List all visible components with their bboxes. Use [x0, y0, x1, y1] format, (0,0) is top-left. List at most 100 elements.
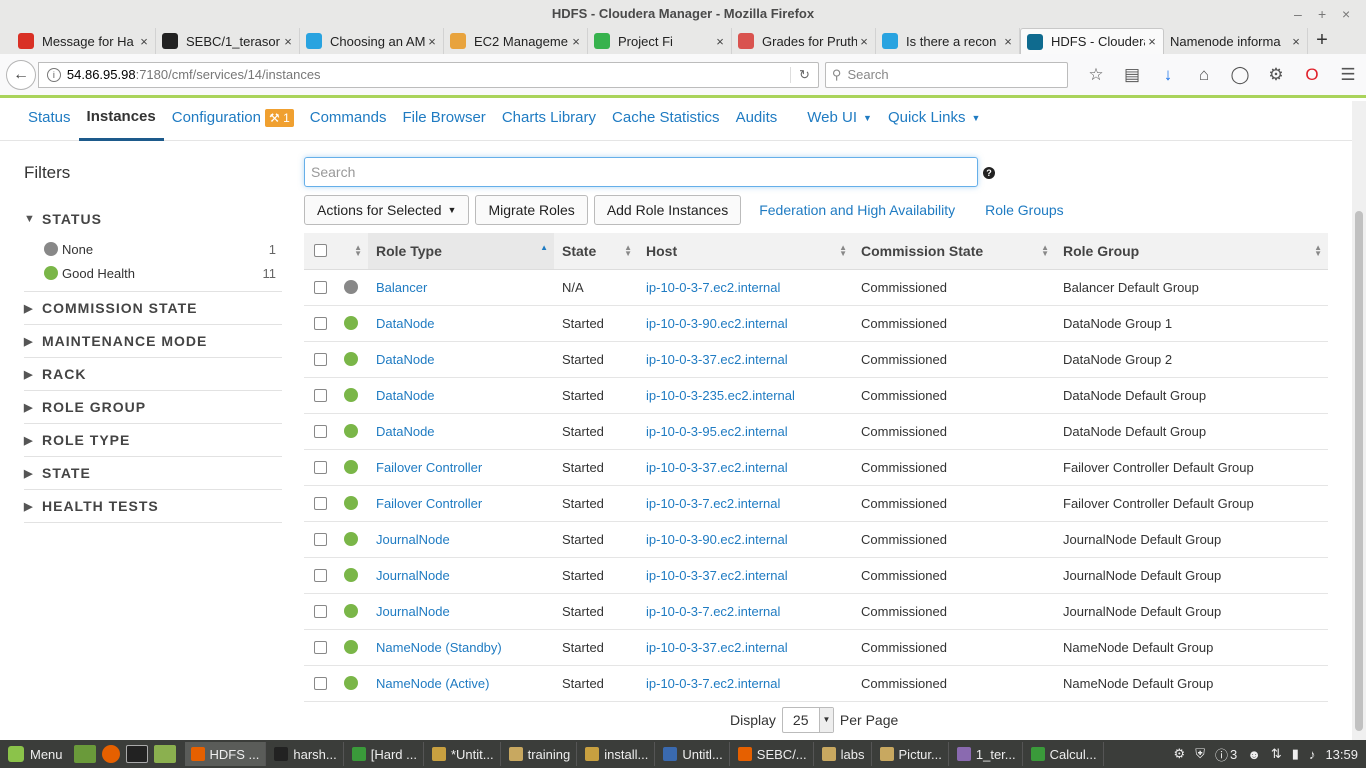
health-column-header[interactable]: ▲ ▼	[342, 233, 368, 270]
actions-for-selected-button[interactable]: Actions for Selected ▼	[304, 195, 470, 225]
browser-search-input[interactable]: ⚲ Search	[824, 61, 1068, 88]
tab-charts-library[interactable]: Charts Library	[494, 101, 604, 141]
close-tab-icon[interactable]: ×	[713, 34, 727, 49]
page-scrollbar[interactable]	[1352, 101, 1366, 740]
host-link[interactable]: ip-10-0-3-37.ec2.internal	[638, 629, 853, 666]
role-type-column-header[interactable]: Role Type ▲	[368, 233, 554, 270]
minimize-icon[interactable]: –	[1294, 0, 1302, 28]
files-launcher-icon[interactable]	[153, 745, 176, 763]
taskbar-window-button[interactable]: Untitl...	[657, 742, 730, 766]
close-tab-icon[interactable]: ×	[1145, 34, 1159, 49]
row-checkbox[interactable]	[314, 388, 327, 402]
row-checkbox[interactable]	[314, 352, 327, 366]
state-column-header[interactable]: State ▲ ▼	[554, 233, 638, 270]
filter-group[interactable]: ▶ ROLE TYPE	[24, 424, 282, 457]
clock[interactable]: 13:59	[1325, 747, 1358, 762]
commission-state-column-header[interactable]: Commission State ▲ ▼	[853, 233, 1055, 270]
taskbar-window-button[interactable]: 1_ter...	[951, 742, 1023, 766]
filter-group[interactable]: ▶ MAINTENANCE MODE	[24, 325, 282, 358]
host-column-header[interactable]: Host ▲ ▼	[638, 233, 853, 270]
browser-tab[interactable]: HDFS - Cloudera ×	[1020, 28, 1164, 54]
add-role-instances-button[interactable]: Add Role Instances	[593, 195, 742, 225]
help-icon[interactable]: ?	[983, 167, 995, 179]
tab-configuration[interactable]: Configuration ⚒ 1	[164, 101, 302, 141]
role-type-link[interactable]: NameNode (Active)	[368, 665, 554, 702]
role-type-link[interactable]: JournalNode	[368, 557, 554, 594]
browser-tab[interactable]: Namenode informa ×	[1164, 28, 1308, 54]
taskbar-window-button[interactable]: labs	[816, 742, 872, 766]
row-checkbox[interactable]	[314, 568, 327, 582]
url-bar[interactable]: i 54.86.95.98:7180/cmf/services/14/insta…	[37, 61, 819, 88]
filter-group[interactable]: ▶ COMMISSION STATE	[24, 292, 282, 325]
tab-instances[interactable]: Instances	[78, 101, 164, 141]
tab-commands[interactable]: Commands	[302, 101, 395, 141]
filter-group[interactable]: ▶ HEALTH TESTS	[24, 490, 282, 523]
taskbar-window-button[interactable]: SEBC/...	[732, 742, 814, 766]
browser-tab[interactable]: EC2 Manageme ×	[444, 28, 588, 54]
opera-icon[interactable]: O	[1294, 65, 1330, 85]
row-checkbox[interactable]	[314, 532, 327, 546]
host-link[interactable]: ip-10-0-3-90.ec2.internal	[638, 305, 853, 342]
filter-group-status[interactable]: ▼ STATUS	[24, 207, 282, 231]
bookmark-star-icon[interactable]: ☆	[1078, 65, 1114, 85]
close-tab-icon[interactable]: ×	[857, 34, 871, 49]
close-window-icon[interactable]: ×	[1342, 0, 1350, 28]
filter-group[interactable]: ▶ ROLE GROUP	[24, 391, 282, 424]
migrate-roles-button[interactable]: Migrate Roles	[475, 195, 588, 225]
host-link[interactable]: ip-10-0-3-37.ec2.internal	[638, 449, 853, 486]
role-type-link[interactable]: Failover Controller	[368, 485, 554, 522]
row-checkbox[interactable]	[314, 460, 327, 474]
host-link[interactable]: ip-10-0-3-90.ec2.internal	[638, 521, 853, 558]
terminal-launcher-icon[interactable]	[125, 745, 148, 763]
host-link[interactable]: ip-10-0-3-95.ec2.internal	[638, 413, 853, 450]
browser-tab[interactable]: SEBC/1_terasor ×	[156, 28, 300, 54]
new-tab-icon[interactable]: +	[1308, 28, 1336, 54]
taskbar-window-button[interactable]: install...	[579, 742, 656, 766]
taskbar-window-button[interactable]: Calcul...	[1025, 742, 1104, 766]
browser-tab[interactable]: Is there a recon ×	[876, 28, 1020, 54]
host-link[interactable]: ip-10-0-3-235.ec2.internal	[638, 377, 853, 414]
tab-cache-statistics[interactable]: Cache Statistics	[604, 101, 728, 141]
home-icon[interactable]: ⌂	[1186, 65, 1222, 85]
firefox-launcher-icon[interactable]	[101, 745, 120, 763]
maximize-icon[interactable]: +	[1318, 0, 1326, 28]
row-checkbox[interactable]	[314, 640, 327, 654]
federation-ha-link[interactable]: Federation and High Availability	[759, 202, 955, 218]
host-link[interactable]: ip-10-0-3-7.ec2.internal	[638, 269, 853, 306]
close-tab-icon[interactable]: ×	[425, 34, 439, 49]
scrollbar-thumb[interactable]	[1355, 211, 1363, 731]
host-link[interactable]: ip-10-0-3-37.ec2.internal	[638, 341, 853, 378]
extension-icon[interactable]: ⚙	[1258, 65, 1294, 85]
row-checkbox[interactable]	[314, 676, 327, 690]
role-groups-link[interactable]: Role Groups	[985, 202, 1064, 218]
host-link[interactable]: ip-10-0-3-7.ec2.internal	[638, 665, 853, 702]
tab-web-ui[interactable]: Web UI ▼	[799, 101, 880, 141]
role-type-link[interactable]: Balancer	[368, 269, 554, 306]
role-type-link[interactable]: DataNode	[368, 377, 554, 414]
downloads-icon[interactable]: ↓	[1150, 65, 1186, 85]
browser-tab[interactable]: Grades for Pruth ×	[732, 28, 876, 54]
close-tab-icon[interactable]: ×	[137, 34, 151, 49]
tab-file-browser[interactable]: File Browser	[394, 101, 493, 141]
row-checkbox[interactable]	[314, 496, 327, 510]
taskbar-window-button[interactable]: training	[503, 742, 578, 766]
taskbar-window-button[interactable]: Pictur...	[874, 742, 949, 766]
reading-list-icon[interactable]: ▤	[1114, 65, 1150, 85]
close-tab-icon[interactable]: ×	[1289, 34, 1303, 49]
taskbar-window-button[interactable]: [Hard ...	[346, 742, 424, 766]
status-filter-option[interactable]: None 1	[24, 237, 282, 261]
tab-status[interactable]: Status	[20, 101, 79, 141]
browser-tab[interactable]: Project Fi ×	[588, 28, 732, 54]
filter-group[interactable]: ▶ RACK	[24, 358, 282, 391]
role-group-column-header[interactable]: Role Group ▲ ▼	[1055, 233, 1328, 270]
tab-audits[interactable]: Audits	[728, 101, 786, 141]
site-info-icon[interactable]: i	[46, 67, 61, 82]
row-checkbox[interactable]	[314, 280, 327, 294]
browser-tab[interactable]: Choosing an AM ×	[300, 28, 444, 54]
config-issues-badge[interactable]: ⚒ 1	[264, 109, 294, 127]
role-type-link[interactable]: DataNode	[368, 341, 554, 378]
shield-icon[interactable]: ⛨	[1195, 746, 1205, 762]
close-tab-icon[interactable]: ×	[281, 34, 295, 49]
select-all-checkbox[interactable]	[314, 244, 327, 258]
tab-quick-links[interactable]: Quick Links ▼	[880, 101, 988, 141]
